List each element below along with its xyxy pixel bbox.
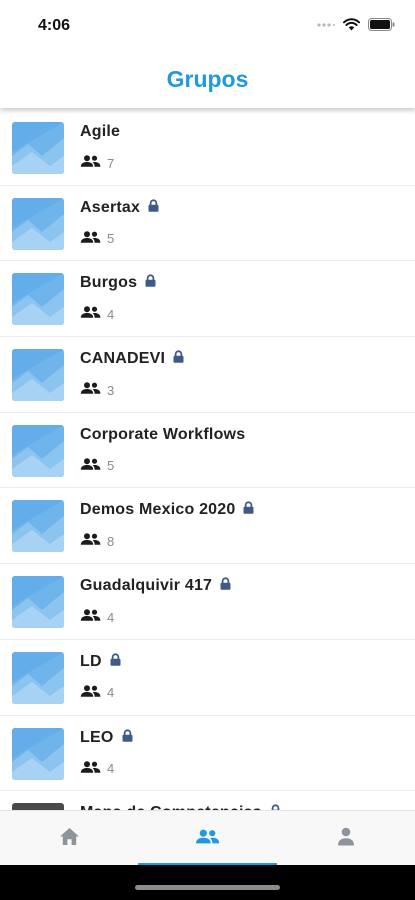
member-count: 7 (107, 155, 115, 171)
tab-group[interactable] (138, 811, 277, 866)
status-time: 4:06 (38, 17, 71, 34)
group-row[interactable]: LEO 4 (0, 716, 415, 792)
home-indicator-area (0, 865, 415, 900)
group-name-line: Corporate Workflows (80, 426, 245, 444)
member-count: 5 (107, 458, 115, 474)
group-name-line: Burgos (80, 274, 156, 292)
group-image (12, 803, 64, 810)
group-row[interactable]: Agile 7 (0, 110, 415, 186)
member-count: 4 (107, 685, 115, 701)
member-count: 4 (107, 306, 115, 322)
people-icon (80, 608, 101, 626)
group-image (12, 424, 64, 477)
group-image (12, 122, 64, 174)
group-name-line: Asertax (80, 199, 159, 217)
group-image (12, 273, 64, 326)
people-icon (80, 760, 101, 778)
group-name: Guadalquivir 417 (80, 577, 213, 595)
status-bar: 4:06 (0, 0, 415, 50)
group-members: 3 (80, 381, 114, 399)
lock-icon (243, 501, 254, 519)
group-name: LD (80, 652, 102, 670)
group-name: Agile (80, 123, 121, 140)
group-row[interactable]: Asertax 5 (0, 186, 415, 262)
group-image (12, 349, 64, 402)
member-count: 3 (107, 382, 115, 398)
group-image (12, 500, 64, 553)
group-icon (195, 829, 220, 849)
member-count: 8 (107, 533, 115, 549)
group-image (12, 197, 64, 250)
group-members: 5 (80, 457, 114, 475)
people-icon (80, 305, 101, 323)
group-name: Asertax (80, 198, 141, 216)
group-name: Demos Mexico 2020 (80, 501, 236, 519)
group-members: 4 (80, 305, 114, 323)
tab-person[interactable] (277, 811, 415, 866)
group-row[interactable]: CANADEVI 3 (0, 337, 415, 413)
home-icon (59, 827, 80, 851)
group-members: 8 (80, 532, 114, 550)
group-image (12, 576, 64, 629)
group-name: Corporate Workflows (80, 425, 246, 443)
group-row[interactable]: Demos Mexico 2020 8 (0, 488, 415, 565)
group-name: LEO (80, 728, 114, 746)
group-row[interactable]: Guadalquivir 417 4 (0, 564, 415, 640)
lock-icon (220, 577, 231, 595)
groups-list[interactable]: Agile 7 Asertax 5 Burgos 4 CANADEVI 3 Co… (0, 110, 415, 810)
lock-icon (110, 653, 121, 671)
wifi-icon (343, 18, 360, 31)
group-name-line: Agile (80, 123, 120, 141)
group-image (12, 651, 64, 704)
group-row[interactable]: Mapa de Competencias (0, 791, 415, 810)
group-name: Burgos (80, 274, 138, 292)
people-icon (80, 532, 101, 550)
group-members: 4 (80, 684, 114, 702)
battery-icon (368, 18, 395, 31)
group-row[interactable]: LD 4 (0, 640, 415, 716)
group-name-line: LD (80, 653, 121, 671)
group-row[interactable]: Corporate Workflows 5 (0, 413, 415, 489)
group-name: CANADEVI (80, 350, 166, 368)
lock-icon (122, 728, 133, 747)
group-members: 4 (80, 608, 114, 626)
member-count: 4 (107, 761, 115, 776)
group-name-line: Demos Mexico 2020 (80, 501, 254, 519)
lock-icon (173, 350, 184, 368)
lock-icon (145, 274, 156, 292)
people-icon (80, 230, 101, 248)
member-count: 5 (107, 231, 115, 247)
people-icon (80, 381, 101, 399)
status-icons (317, 18, 395, 31)
people-icon (80, 684, 101, 702)
group-name-line: LEO (80, 729, 133, 747)
person-icon (337, 827, 355, 851)
group-name-line: Guadalquivir 417 (80, 577, 231, 595)
cellular-dots-icon (317, 22, 335, 27)
nav-header: Grupos (0, 50, 415, 108)
page-title: Grupos (166, 65, 249, 92)
people-icon (80, 457, 101, 475)
people-icon (80, 154, 101, 172)
home-indicator[interactable] (135, 885, 280, 890)
group-row[interactable]: Burgos 4 (0, 261, 415, 338)
group-members: 7 (80, 154, 114, 172)
lock-icon (148, 199, 159, 217)
tab-bar (0, 810, 415, 866)
member-count: 4 (107, 609, 115, 625)
group-members: 5 (80, 230, 114, 248)
tab-home[interactable] (0, 811, 138, 866)
group-name-line: CANADEVI (80, 350, 184, 368)
group-members: 4 (80, 760, 114, 778)
group-image (12, 727, 64, 780)
